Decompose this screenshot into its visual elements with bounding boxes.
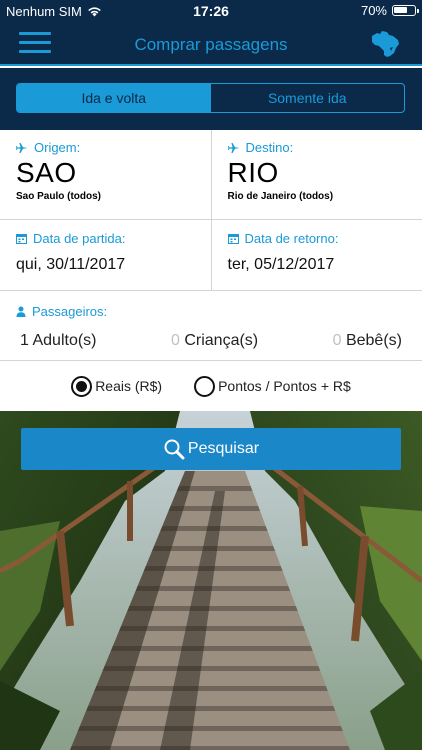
calendar-icon [227, 234, 239, 244]
destination-field[interactable]: Destino: RIO Rio de Janeiro (todos) [210, 130, 422, 219]
destination-code: RIO [227, 157, 279, 188]
adults-label: Adulto(s) [32, 332, 97, 349]
trip-type-area: Ida e volta Somente ida [0, 68, 422, 130]
radio-unselected-icon [194, 375, 216, 397]
search-form: Origem: SAO Sao Paulo (todos) Destino: R… [0, 130, 422, 412]
passengers-label: Passageiros: [16, 304, 107, 319]
magnifier-icon [164, 439, 185, 460]
origin-code: SAO [16, 157, 77, 188]
radio-selected-icon [71, 375, 93, 397]
passenger-counts: 1 Adulto(s) 0 Criança(s) 0 Bebê(s) [20, 332, 402, 350]
status-time: 17:26 [193, 3, 229, 19]
person-icon [16, 306, 26, 317]
departure-label-text: Data de partida: [33, 231, 126, 246]
search-button[interactable]: Pesquisar [21, 428, 401, 470]
page-title: Comprar passagens [134, 35, 288, 54]
airplane-icon [227, 142, 239, 153]
trip-type-segmented-control: Ida e volta Somente ida [16, 83, 405, 113]
destination-city: Rio de Janeiro (todos) [227, 191, 334, 202]
departure-label: Data de partida: [16, 231, 126, 246]
airplane-icon [16, 142, 28, 153]
return-label: Data de retorno: [227, 231, 339, 246]
infants-label: Bebê(s) [345, 332, 402, 349]
departure-date-field[interactable]: Data de partida: qui, 30/11/2017 [0, 220, 211, 290]
points-radio-label: Pontos / Pontos + R$ [218, 378, 351, 394]
navigation-bar: Comprar passagens [0, 22, 422, 66]
infants-number: 0 [332, 332, 342, 349]
currency-selector: Reais (R$) Pontos / Pontos + R$ [0, 361, 422, 412]
return-date-field[interactable]: Data de retorno: ter, 05/12/2017 [210, 220, 422, 290]
origin-city: Sao Paulo (todos) [16, 191, 101, 202]
passengers-label-text: Passageiros: [32, 304, 108, 319]
battery-icon [392, 5, 419, 16]
reais-radio[interactable]: Reais (R$) [71, 375, 163, 397]
departure-date-value: qui, 30/11/2017 [16, 256, 126, 273]
children-label: Criança(s) [184, 332, 259, 349]
battery-info: 70% [360, 3, 419, 18]
one-way-tab[interactable]: Somente ida [211, 84, 405, 112]
infants-count[interactable]: 0 Bebê(s) [333, 332, 402, 350]
return-label-text: Data de retorno: [244, 231, 339, 246]
adults-count[interactable]: 1 Adulto(s) [20, 332, 97, 350]
children-count[interactable]: 0 Criança(s) [171, 332, 258, 350]
origin-label-text: Origem: [34, 140, 81, 155]
round-trip-tab[interactable]: Ida e volta [17, 84, 211, 112]
brazil-map-icon[interactable] [368, 27, 402, 61]
origin-field[interactable]: Origem: SAO Sao Paulo (todos) [0, 130, 211, 219]
destination-label-text: Destino: [245, 140, 294, 155]
origin-label: Origem: [16, 140, 80, 155]
status-bar: Nenhum SIM 17:26 70% [0, 0, 422, 22]
battery-percent: 70% [360, 3, 387, 18]
destination-label: Destino: [227, 140, 294, 155]
points-radio[interactable]: Pontos / Pontos + R$ [194, 375, 351, 397]
calendar-icon [16, 234, 27, 244]
passengers-field[interactable]: Passageiros: 1 Adulto(s) 0 Criança(s) 0 … [0, 291, 422, 361]
route-row: Origem: SAO Sao Paulo (todos) Destino: R… [0, 130, 422, 220]
dates-row: Data de partida: qui, 30/11/2017 Data de… [0, 220, 422, 291]
search-button-label: Pesquisar [187, 440, 260, 457]
reais-radio-label: Reais (R$) [95, 378, 163, 394]
children-number: 0 [170, 332, 180, 349]
adults-number: 1 [20, 332, 29, 349]
return-date-value: ter, 05/12/2017 [227, 256, 335, 273]
